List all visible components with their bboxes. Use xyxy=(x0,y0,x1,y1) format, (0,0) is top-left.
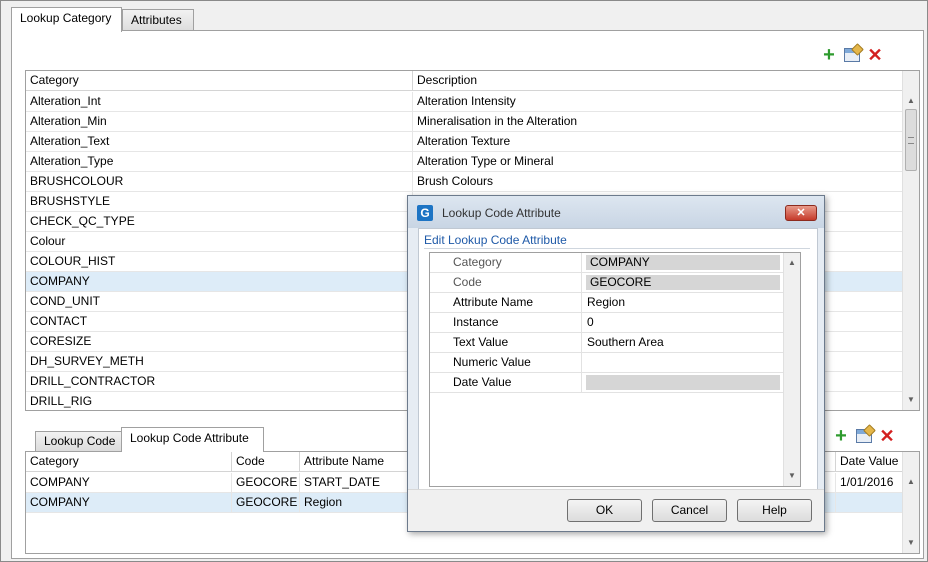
app-logo-icon: G xyxy=(417,205,433,221)
property-row: Code GEOCORE xyxy=(430,273,783,293)
main-window: Lookup Category Attributes + ✕ Category … xyxy=(0,0,928,562)
tab-lookup-code[interactable]: Lookup Code xyxy=(35,431,123,451)
category-cell: COLOUR_HIST xyxy=(26,252,413,272)
property-value-field[interactable] xyxy=(586,375,780,390)
scroll-up-arrow-icon[interactable]: ▲ xyxy=(903,93,919,109)
column-header-description[interactable]: Description xyxy=(413,71,902,91)
category-cell: CONTACT xyxy=(26,312,413,332)
category-cell: COMPANY xyxy=(26,493,232,513)
category-cell: Alteration_Int xyxy=(26,92,413,112)
property-label: Numeric Value xyxy=(430,353,582,373)
property-row: Numeric Value xyxy=(430,353,783,373)
table-row[interactable]: BRUSHCOLOUR Brush Colours xyxy=(26,172,902,192)
category-cell: CHECK_QC_TYPE xyxy=(26,212,413,232)
property-label: Instance xyxy=(430,313,582,333)
category-cell: CORESIZE xyxy=(26,332,413,352)
category-toolbar: + ✕ xyxy=(820,45,884,65)
category-cell: Colour xyxy=(26,232,413,252)
property-row: Text Value Southern Area xyxy=(430,333,783,353)
table-row[interactable]: Alteration_Type Alteration Type or Minera… xyxy=(26,152,902,172)
property-value-field: COMPANY xyxy=(586,255,780,270)
description-cell: Brush Colours xyxy=(417,174,494,188)
cancel-button[interactable]: Cancel xyxy=(652,499,727,522)
description-cell: Mineralisation in the Alteration xyxy=(417,114,578,128)
attribute-toolbar: + ✕ xyxy=(832,426,896,446)
property-row: Instance 0 xyxy=(430,313,783,333)
category-cell: BRUSHSTYLE xyxy=(26,192,413,212)
property-value-field[interactable]: Region xyxy=(583,293,783,313)
attribute-grid-scrollbar[interactable]: ▲ ▼ xyxy=(902,452,919,553)
code-cell: GEOCORE xyxy=(232,493,300,513)
property-value-field[interactable] xyxy=(583,353,783,373)
delete-icon[interactable]: ✕ xyxy=(866,46,884,64)
code-cell: GEOCORE xyxy=(232,473,300,493)
property-row: Attribute Name Region xyxy=(430,293,783,313)
scroll-up-arrow-icon[interactable]: ▲ xyxy=(784,255,800,271)
category-cell: COND_UNIT xyxy=(26,292,413,312)
property-row: Date Value xyxy=(430,373,783,393)
category-cell: Alteration_Type xyxy=(26,152,413,172)
property-value-field[interactable]: 0 xyxy=(583,313,783,333)
properties-icon[interactable] xyxy=(844,48,860,62)
date-value-cell: 1/01/2016 xyxy=(840,475,894,489)
description-cell: Alteration Intensity xyxy=(417,94,516,108)
dialog-heading: Edit Lookup Code Attribute xyxy=(424,233,567,247)
scroll-down-arrow-icon[interactable]: ▼ xyxy=(903,535,919,551)
category-cell: Alteration_Text xyxy=(26,132,413,152)
divider xyxy=(424,248,810,249)
scrollbar-thumb[interactable] xyxy=(905,109,917,171)
category-grid-header: Category Description xyxy=(26,71,902,91)
tab-lookup-category[interactable]: Lookup Category xyxy=(11,7,122,32)
dialog-title-bar[interactable]: G Lookup Code Attribute ✕ xyxy=(408,196,824,228)
property-value-field: GEOCORE xyxy=(586,275,780,290)
category-cell: BRUSHCOLOUR xyxy=(26,172,413,192)
category-cell: DH_SURVEY_METH xyxy=(26,352,413,372)
category-cell: DRILL_CONTRACTOR xyxy=(26,372,413,392)
column-header-code[interactable]: Code xyxy=(232,452,300,472)
attribute-property-grid: Category COMPANY Code GEOCORE Attribute Name… xyxy=(429,252,801,487)
add-icon[interactable]: + xyxy=(820,45,838,65)
column-header-category[interactable]: Category xyxy=(26,452,232,472)
description-cell: Alteration Type or Mineral xyxy=(417,154,554,168)
category-cell: Alteration_Min xyxy=(26,112,413,132)
category-grid-scrollbar[interactable]: ▲ ▼ xyxy=(902,71,919,410)
property-label: Text Value xyxy=(430,333,582,353)
property-label: Date Value xyxy=(430,373,582,393)
scroll-up-arrow-icon[interactable]: ▲ xyxy=(903,474,919,490)
tab-attributes[interactable]: Attributes xyxy=(122,9,194,31)
properties-icon[interactable] xyxy=(856,429,872,443)
dialog-title: Lookup Code Attribute xyxy=(442,206,561,220)
table-row[interactable]: Alteration_Min Mineralisation in the Alte… xyxy=(26,112,902,132)
date-value-cell xyxy=(836,493,902,513)
close-icon[interactable]: ✕ xyxy=(785,205,817,221)
column-header-date-value[interactable]: Date Value xyxy=(836,452,902,472)
scroll-down-arrow-icon[interactable]: ▼ xyxy=(903,392,919,408)
column-header-category[interactable]: Category xyxy=(26,71,413,91)
ok-button[interactable]: OK xyxy=(567,499,642,522)
property-label: Code xyxy=(430,273,582,293)
property-label: Attribute Name xyxy=(430,293,582,313)
property-label: Category xyxy=(430,253,582,273)
tab-lookup-code-attribute[interactable]: Lookup Code Attribute xyxy=(121,427,264,452)
add-icon[interactable]: + xyxy=(832,426,850,446)
category-cell: COMPANY xyxy=(26,272,413,292)
description-cell: Alteration Texture xyxy=(417,134,511,148)
dialog-footer: OK Cancel Help xyxy=(408,489,824,531)
table-row[interactable]: Alteration_Int Alteration Intensity xyxy=(26,92,902,112)
property-value-field[interactable]: Southern Area xyxy=(583,333,783,353)
table-row[interactable]: Alteration_Text Alteration Texture xyxy=(26,132,902,152)
delete-icon[interactable]: ✕ xyxy=(878,427,896,445)
property-row: Category COMPANY xyxy=(430,253,783,273)
scroll-down-arrow-icon[interactable]: ▼ xyxy=(784,468,800,484)
category-cell: COMPANY xyxy=(26,473,232,493)
help-button[interactable]: Help xyxy=(737,499,812,522)
property-grid-scrollbar[interactable]: ▲ ▼ xyxy=(783,253,800,486)
category-cell: DRILL_RIG xyxy=(26,392,413,410)
